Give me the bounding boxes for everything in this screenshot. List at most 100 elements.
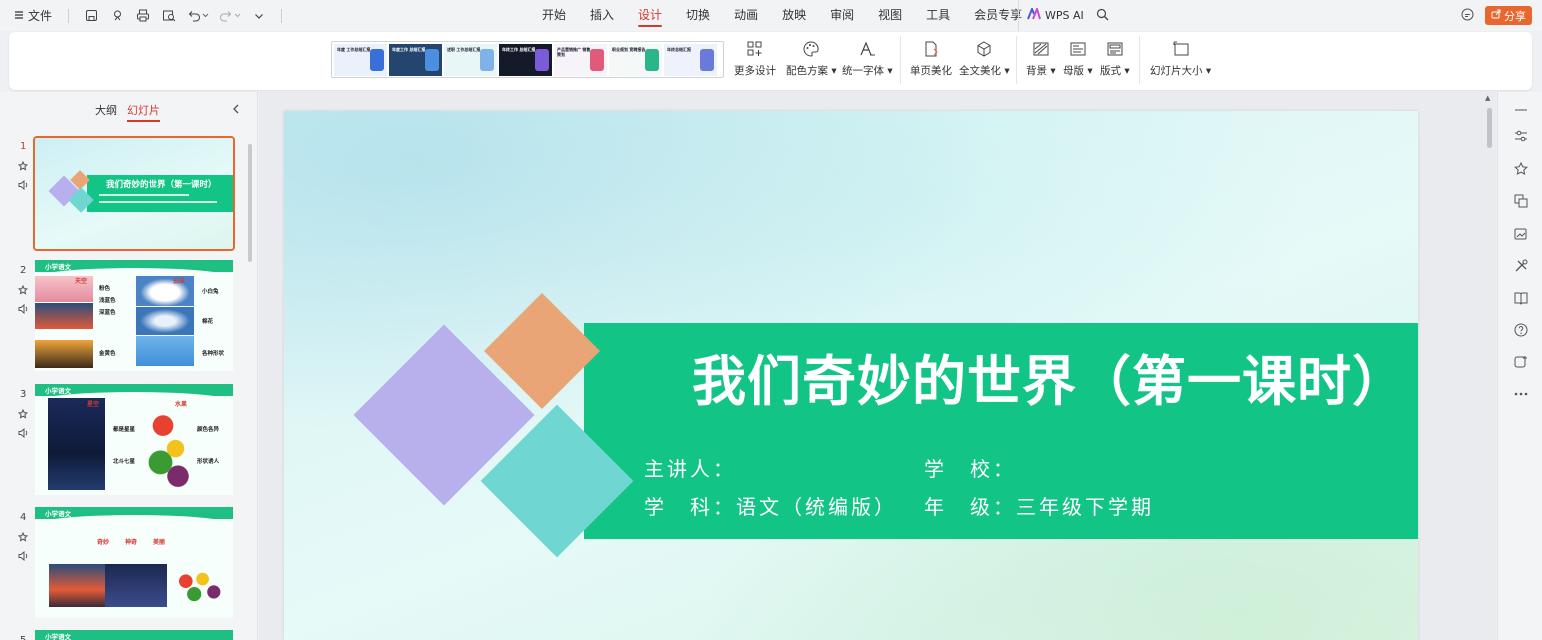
star-icon[interactable] <box>17 408 29 420</box>
full-beautify-button[interactable]: 全文美化 ▾ <box>959 38 1010 78</box>
right-tool-rail <box>1497 92 1542 640</box>
palette-icon <box>800 38 822 60</box>
template-decoration <box>425 49 439 71</box>
share-label: 分享 <box>1504 9 1526 23</box>
color-scheme-button[interactable]: 配色方案 ▾ <box>786 38 837 78</box>
thumbnail-word: 深蓝色 <box>99 310 116 316</box>
design-template-thumbnail[interactable]: 产品营销推广 销售策划 <box>554 44 607 76</box>
single-page-beautify-button[interactable]: 单页美化 <box>910 38 952 78</box>
help-icon[interactable] <box>1512 321 1530 339</box>
redo-icon[interactable] <box>217 6 243 26</box>
subject-field[interactable]: 学 科：语文（统编版） <box>644 491 897 520</box>
properties-sliders-icon[interactable] <box>1512 127 1530 145</box>
search-icon[interactable] <box>1096 8 1109 24</box>
design-template-thumbnail[interactable]: 年终总结汇报 <box>664 44 717 76</box>
settings-sparkle-icon[interactable] <box>1512 353 1530 371</box>
tab-animations[interactable]: 动画 <box>722 0 770 31</box>
unify-font-button[interactable]: 统一字体 ▾ <box>842 38 893 78</box>
fruit-image <box>169 564 225 607</box>
template-title: 年度工作 总结汇报 <box>392 47 426 52</box>
school-field[interactable]: 学 校： <box>924 453 1016 482</box>
thumbnail-label: 水果 <box>175 401 188 408</box>
design-template-thumbnail[interactable]: 职业规划 竞聘报告 <box>609 44 662 76</box>
thumbnail-word: 都是星星 <box>113 427 136 433</box>
tab-review[interactable]: 审阅 <box>818 0 866 31</box>
print-icon[interactable] <box>133 6 153 26</box>
cloud-sync-icon[interactable] <box>1460 6 1475 25</box>
grid-sparkle-icon <box>744 38 766 60</box>
tab-slides[interactable]: 幻灯片 <box>127 102 160 122</box>
scroll-up-icon[interactable]: ▲ <box>1485 94 1490 102</box>
template-title: 职业规划 竞聘报告 <box>612 47 646 52</box>
current-slide[interactable]: 我们奇妙的世界（第一课时） 主讲人： 学 校： 学 科：语文（统编版） 年 级：… <box>284 111 1418 640</box>
slide-thumbnail[interactable]: 我们奇妙的世界（第一课时） <box>33 136 235 251</box>
presenter-field[interactable]: 主讲人： <box>644 453 736 482</box>
tab-slideshow[interactable]: 放映 <box>770 0 818 31</box>
design-template-thumbnail[interactable]: 年终工作 总结汇报 <box>499 44 552 76</box>
master-button[interactable]: 母版 ▾ <box>1063 38 1093 78</box>
divider <box>281 8 283 23</box>
copy-shapes-icon[interactable] <box>1512 192 1530 210</box>
design-template-thumbnail[interactable]: 年度 工作总结汇报 <box>334 44 387 76</box>
undo-icon[interactable] <box>185 6 211 26</box>
layout-button[interactable]: 版式 ▾ <box>1100 38 1130 78</box>
slide-size-button[interactable]: 幻灯片大小 ▾ <box>1150 38 1211 78</box>
slide-thumbnail[interactable]: 小学语文 星空 水果 都是星星 北斗七星 颜色各异 形状诱人 <box>35 384 233 495</box>
thumbnail-word: 各种形状 <box>202 351 225 357</box>
template-decoration <box>700 49 714 71</box>
slide-scrollbar[interactable]: ▲ <box>1484 94 1494 640</box>
tab-design[interactable]: 设计 <box>626 0 674 31</box>
tools-icon[interactable] <box>1512 257 1530 275</box>
more-options-icon[interactable] <box>1512 385 1530 403</box>
print-preview-icon[interactable] <box>159 6 179 26</box>
wps-ai-button[interactable]: WPS AI <box>1018 0 1109 31</box>
thumbnail-header-text: 小学语文 <box>45 633 71 640</box>
design-template-gallery: 年度 工作总结汇报 年度工作 总结汇报 述职 工作总结汇报 年终工作 总结汇报 产品营销… <box>331 41 724 78</box>
fruit-image <box>143 398 193 490</box>
speaker-icon[interactable] <box>17 427 29 439</box>
layout-label: 版式 ▾ <box>1100 65 1130 77</box>
tab-outline[interactable]: 大纲 <box>95 102 117 122</box>
starry-sky-image <box>105 564 167 607</box>
star-icon[interactable] <box>17 284 29 296</box>
slide-thumbnail[interactable]: 小学语文 奇妙 神奇 美丽 <box>35 507 233 618</box>
tab-home[interactable]: 开始 <box>530 0 578 31</box>
template-decoration <box>590 49 604 71</box>
slide-title[interactable]: 我们奇妙的世界（第一课时） <box>692 337 1407 416</box>
star-outline-icon[interactable] <box>1512 160 1530 178</box>
tab-transitions[interactable]: 切换 <box>674 0 722 31</box>
cloud-image <box>136 307 194 335</box>
save-icon[interactable] <box>81 6 101 26</box>
star-icon[interactable] <box>17 160 29 172</box>
design-template-thumbnail[interactable]: 述职 工作总结汇报 <box>444 44 497 76</box>
scroll-thumb[interactable] <box>1487 108 1492 148</box>
share-button[interactable]: 分享 <box>1485 6 1532 25</box>
tab-insert[interactable]: 插入 <box>578 0 626 31</box>
slide-thumbnail[interactable]: 小学语文 <box>35 630 233 640</box>
design-template-thumbnail[interactable]: 年度工作 总结汇报 <box>389 44 442 76</box>
slide-thumbnail[interactable]: 小学语文 天空 云朵 粉色 浅蓝色 深蓝色 金黄色 小白兔 棉花 各种形状 <box>35 260 233 371</box>
speaker-icon[interactable] <box>17 550 29 562</box>
export-icon[interactable] <box>107 6 127 26</box>
file-menu-button[interactable]: 文件 <box>10 7 56 24</box>
star-icon[interactable] <box>17 531 29 543</box>
book-icon[interactable] <box>1512 289 1530 307</box>
more-design-button[interactable]: 更多设计 <box>734 38 776 78</box>
divider <box>1016 36 1017 84</box>
tab-tools[interactable]: 工具 <box>914 0 962 31</box>
template-title: 年度 工作总结汇报 <box>337 47 371 52</box>
background-button[interactable]: 背景 ▾ <box>1026 38 1056 78</box>
speaker-icon[interactable] <box>17 303 29 315</box>
minimize-rail-icon[interactable] <box>1512 101 1530 119</box>
image-edit-icon[interactable] <box>1512 225 1530 243</box>
grade-field[interactable]: 年 级：三年级下学期 <box>924 491 1154 520</box>
speaker-icon[interactable] <box>17 179 29 191</box>
template-title: 年终总结汇报 <box>667 47 691 52</box>
chevron-down-icon[interactable] <box>249 6 269 26</box>
thumbnail-label: 星空 <box>87 401 100 408</box>
tab-view[interactable]: 视图 <box>866 0 914 31</box>
thumbnail-label: 云朵 <box>173 278 186 285</box>
panel-scrollbar[interactable] <box>248 144 252 262</box>
collapse-panel-icon[interactable] <box>232 104 240 117</box>
unify-font-label: 统一字体 ▾ <box>842 65 893 77</box>
